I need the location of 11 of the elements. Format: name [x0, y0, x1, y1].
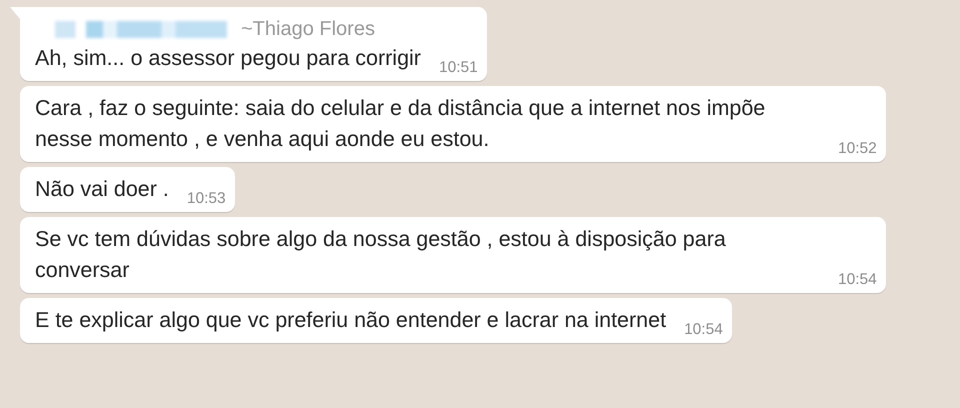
message-text: Ah, sim... o assessor pegou para corrigir [35, 45, 421, 72]
message-time: 10:52 [838, 140, 877, 158]
message-text: Não vai doer . [35, 176, 169, 203]
message-time: 10:51 [438, 59, 478, 77]
message-time: 10:54 [684, 321, 723, 339]
sender-name: ~Thiago Flores [241, 18, 375, 41]
message-text: E te explicar algo que vc preferiu não entender e lacrar na internet [35, 307, 666, 334]
message-text: Cara , faz o seguinte: saia do celular e da distância que a internet nos impõe nesse momento , e venha aqui aonde eu estou. [35, 95, 766, 153]
message-time: 10:53 [186, 190, 226, 208]
message-text: Se vc tem dúvidas sobre algo da nossa gestão , estou à disposição para conversar [35, 226, 727, 284]
message-time: 10:54 [838, 271, 877, 289]
